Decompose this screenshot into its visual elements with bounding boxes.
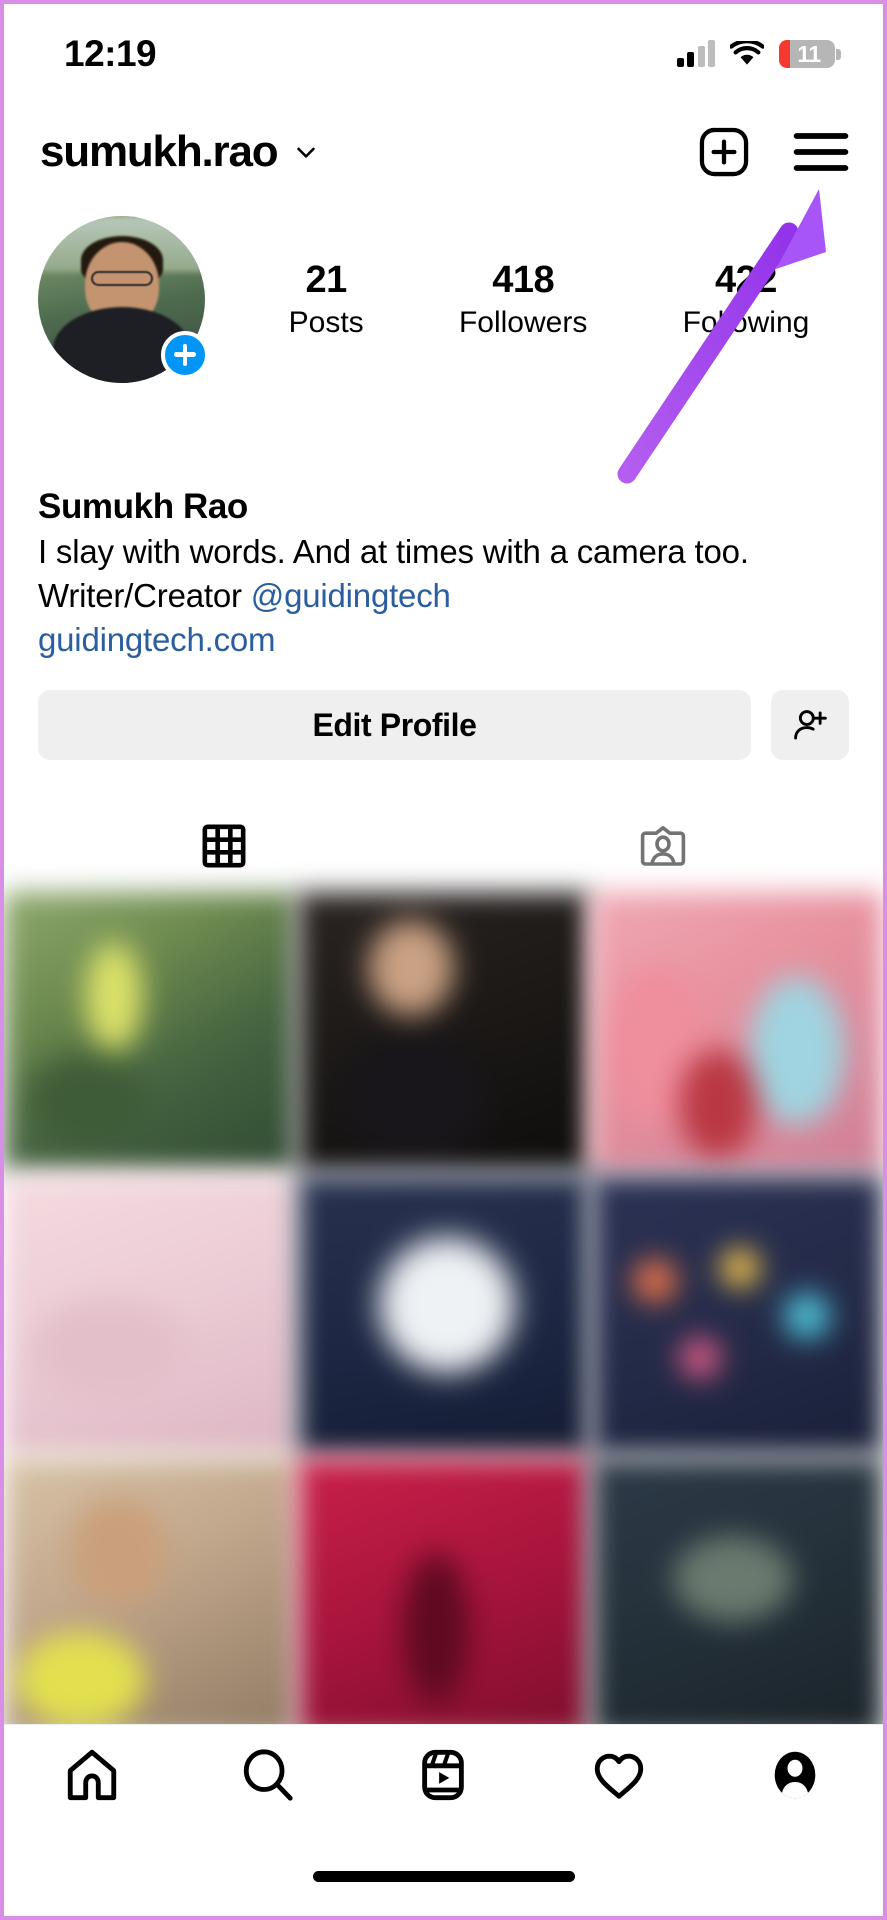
profile-stats: 21 Posts 418 Followers 422 Following <box>205 259 883 340</box>
heart-icon <box>595 1753 644 1799</box>
profile-tabs <box>4 800 883 892</box>
bio-text-line-2: Writer/Creator @guidingtech <box>38 574 849 618</box>
battery-level-label: 11 <box>797 40 821 67</box>
status-bar: 12:19 11 <box>4 4 883 104</box>
chevron-down-icon <box>297 147 316 158</box>
create-post-icon[interactable] <box>697 125 751 179</box>
bio-text-line-1: I slay with words. And at times with a c… <box>38 533 749 571</box>
grid-post[interactable] <box>592 892 883 1172</box>
grid-post[interactable] <box>592 1458 883 1738</box>
home-indicator <box>312 1871 575 1882</box>
header-actions <box>697 125 849 179</box>
phone-screen: 12:19 11 sumukh.rao 21 Posts 418 Followe… <box>0 0 887 1920</box>
nav-reels[interactable] <box>398 1735 488 1815</box>
profile-avatar-icon <box>774 1751 816 1798</box>
stat-label: Followers <box>458 305 588 339</box>
stat-value: 422 <box>715 258 777 301</box>
add-person-icon <box>794 710 827 740</box>
bio-mention-link[interactable]: @guidingtech <box>251 577 451 614</box>
grid-post[interactable] <box>4 892 295 1172</box>
grid-post[interactable] <box>298 892 589 1172</box>
stat-following[interactable]: 422 Following <box>683 259 810 340</box>
grid-post[interactable] <box>4 1458 295 1738</box>
header-username: sumukh.rao <box>40 127 279 176</box>
bio-website-link[interactable]: guidingtech.com <box>38 618 849 662</box>
stat-value: 21 <box>305 258 348 301</box>
nav-home[interactable] <box>47 1735 137 1815</box>
nav-search[interactable] <box>223 1735 313 1815</box>
profile-action-buttons: Edit Profile <box>38 690 849 760</box>
grid-post[interactable] <box>592 1175 883 1455</box>
grid-post[interactable] <box>298 1458 589 1738</box>
stat-label: Posts <box>288 305 364 339</box>
home-icon <box>67 1749 117 1800</box>
stat-label: Following <box>682 305 810 339</box>
stat-value: 418 <box>492 258 555 301</box>
status-bar-clock: 12:19 <box>64 33 157 74</box>
stat-posts[interactable]: 21 Posts <box>289 259 364 340</box>
profile-header: sumukh.rao <box>4 104 883 200</box>
reels-icon <box>422 1749 465 1800</box>
tagged-person-icon <box>641 826 686 866</box>
wifi-icon <box>730 41 764 65</box>
tagged-tab[interactable] <box>444 822 884 870</box>
display-name: Sumukh Rao <box>38 487 248 526</box>
battery-icon: 11 <box>779 40 841 68</box>
status-bar-indicators: 11 <box>676 40 841 68</box>
add-story-plus-icon[interactable] <box>161 330 209 379</box>
edit-profile-button[interactable]: Edit Profile <box>38 690 751 760</box>
grid-post[interactable] <box>298 1175 589 1455</box>
stat-followers[interactable]: 418 Followers <box>459 259 587 340</box>
cellular-signal-icon <box>676 40 715 67</box>
avatar-container[interactable] <box>38 215 209 383</box>
discover-people-button[interactable] <box>771 690 849 760</box>
bio-role-text: Writer/Creator <box>38 577 251 615</box>
grid-post[interactable] <box>4 1175 295 1455</box>
profile-summary-row: 21 Posts 418 Followers 422 Following <box>4 214 883 384</box>
nav-activity[interactable] <box>574 1735 664 1815</box>
bottom-navigation-bar <box>4 1724 883 1824</box>
grid-icon <box>202 824 246 868</box>
hamburger-menu-icon[interactable] <box>793 130 849 174</box>
nav-profile[interactable] <box>750 1735 840 1815</box>
post-grid <box>4 892 883 1738</box>
search-icon <box>243 1748 293 1801</box>
profile-bio: Sumukh Rao I slay with words. And at tim… <box>38 484 849 662</box>
username-switcher[interactable]: sumukh.rao <box>40 127 321 177</box>
grid-tab[interactable] <box>4 823 444 869</box>
